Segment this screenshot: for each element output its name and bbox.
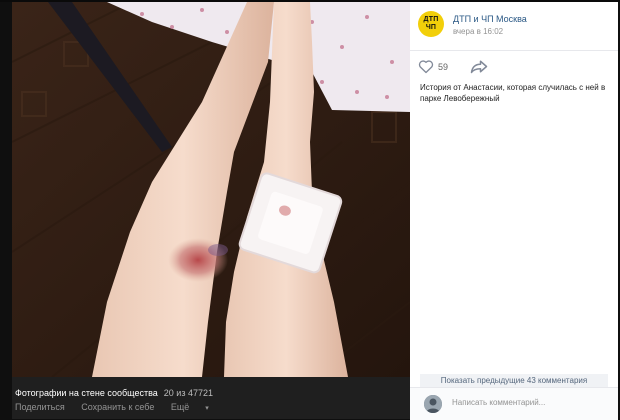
photo-counter: 20 из 47721 <box>163 388 213 398</box>
share-photo-link[interactable]: Поделиться <box>15 402 65 412</box>
album-info: Фотографии на стене сообщества 20 из 4772… <box>15 388 213 398</box>
like-icon[interactable] <box>418 59 434 74</box>
chevron-down-icon: ▾ <box>205 405 209 412</box>
logo-text-top: ДТП <box>423 16 439 23</box>
comment-input[interactable]: Написать комментарий... <box>452 398 545 407</box>
logo-text-bottom: ЧП <box>425 24 437 31</box>
group-header: ДТП ЧП ДТП и ЧП Москва вчера в 16:02 <box>410 2 618 51</box>
post-timestamp[interactable]: вчера в 16:02 <box>453 27 503 36</box>
post-text: История от Анастасии, которая случилась … <box>420 83 606 103</box>
show-previous-comments-button[interactable]: Показать предыдущие 43 комментария <box>420 374 608 388</box>
like-count: 59 <box>438 62 449 72</box>
photo-footer: Фотографии на стене сообщества 20 из 4772… <box>12 377 410 419</box>
more-menu-link[interactable]: Ещё ▾ <box>171 402 223 412</box>
comment-composer: Написать комментарий... <box>410 387 618 420</box>
more-label: Ещё <box>170 402 190 412</box>
group-name-link[interactable]: ДТП и ЧП Москва <box>453 14 527 24</box>
photo-pane: Фотографии на стене сообщества 20 из 4772… <box>12 2 410 419</box>
group-avatar[interactable]: ДТП ЧП <box>418 11 444 37</box>
photo-viewer: Фотографии на стене сообщества 20 из 4772… <box>12 2 618 420</box>
album-title-link[interactable]: Фотографии на стене сообщества <box>15 388 158 398</box>
post-sidebar: ДТП ЧП ДТП и ЧП Москва вчера в 16:02 59 … <box>410 2 618 420</box>
save-photo-link[interactable]: Сохранить к себе <box>81 402 154 412</box>
user-avatar[interactable] <box>424 395 442 413</box>
post-photo[interactable] <box>12 2 410 377</box>
share-icon[interactable] <box>470 59 488 74</box>
photo-actions: Поделиться Сохранить к себе Ещё ▾ <box>15 402 237 412</box>
